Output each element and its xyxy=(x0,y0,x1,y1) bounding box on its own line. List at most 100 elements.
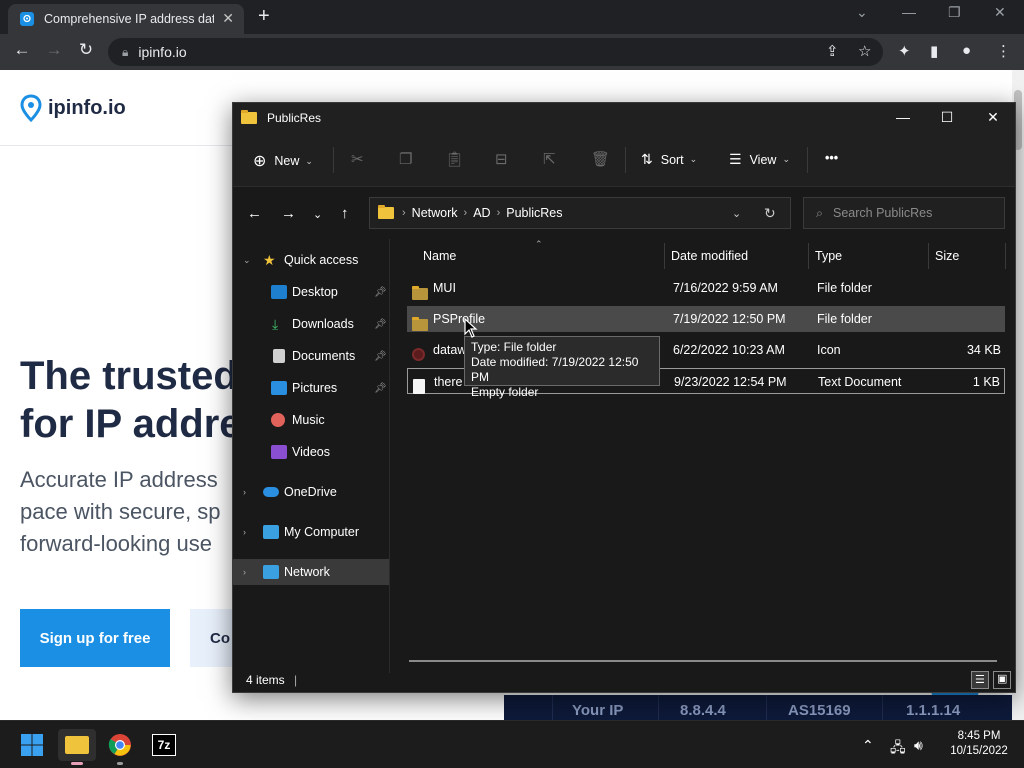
ipinfo-logo[interactable]: ipinfo.io xyxy=(20,94,126,122)
explorer-title: PublicRes xyxy=(267,111,322,125)
sort-ascending-icon: ⌃ xyxy=(535,239,543,249)
subtitle-line-3: forward-looking use xyxy=(20,531,212,556)
nav-music[interactable]: Music xyxy=(233,407,389,433)
tray-overflow-chevron-icon[interactable]: ⌃ xyxy=(862,737,874,754)
pin-icon[interactable]: 📌︎ xyxy=(374,383,387,394)
forward-arrow-icon[interactable]: → xyxy=(42,40,66,60)
tab-close-icon[interactable]: ✕ xyxy=(222,10,234,27)
file-date: 7/16/2022 9:59 AM xyxy=(673,281,778,295)
paste-icon[interactable]: 📋︎ xyxy=(445,150,464,168)
nav-documents[interactable]: Documents 📌︎ xyxy=(233,343,389,369)
subtitle-line-1: Accurate IP address xyxy=(20,467,218,492)
breadcrumb-publicres[interactable]: PublicRes xyxy=(506,206,562,220)
cut-icon[interactable]: ✂ xyxy=(351,150,364,168)
browser-tab[interactable]: Comprehensive IP address data, I ✕ xyxy=(8,4,244,34)
explorer-titlebar: PublicRes — ☐ ✕ xyxy=(233,103,1015,133)
file-type: File folder xyxy=(817,312,872,326)
new-button[interactable]: ⊕ New ⌄ xyxy=(253,151,313,171)
nav-onedrive[interactable]: › OneDrive xyxy=(233,479,389,505)
column-header-name[interactable]: Name xyxy=(423,249,456,263)
file-row-mui[interactable]: MUI 7/16/2022 9:59 AM File folder xyxy=(407,275,1005,301)
view-lines-icon: ☰ xyxy=(729,151,742,167)
chevron-right-icon: › xyxy=(243,527,246,537)
volume-icon[interactable]: 🔊︎ xyxy=(914,737,923,754)
network-tray-icon[interactable]: 🖧︎ xyxy=(890,737,906,761)
address-bar[interactable]: › Network › AD › PublicRes ⌄ ↻ xyxy=(369,197,791,229)
explorer-maximize-button[interactable]: ☐ xyxy=(937,109,957,126)
computer-icon xyxy=(263,525,279,539)
share-icon[interactable]: ⇱ xyxy=(543,150,556,168)
file-name: MUI xyxy=(433,281,456,295)
up-arrow-icon[interactable]: ↑ xyxy=(341,205,349,222)
nav-label: Documents xyxy=(292,349,356,363)
sign-up-button[interactable]: Sign up for free xyxy=(20,609,170,667)
details-view-button[interactable]: ☰ xyxy=(971,671,989,689)
system-clock[interactable]: 8:45 PM 10/15/2022 xyxy=(944,729,1014,759)
tooltip-line-status: Empty folder xyxy=(471,385,539,399)
address-bar[interactable]: 🔒︎ ipinfo.io xyxy=(108,38,883,66)
column-header-type[interactable]: Type xyxy=(815,249,842,263)
explorer-minimize-button[interactable]: — xyxy=(893,109,913,125)
nav-label: Network xyxy=(284,565,330,579)
file-tooltip: Type: File folder Date modified: 7/19/20… xyxy=(464,336,660,399)
nav-label: Pictures xyxy=(292,381,338,395)
nav-downloads[interactable]: ⤓ Downloads 📌︎ xyxy=(233,311,389,337)
pin-icon[interactable]: 📌︎ xyxy=(374,287,387,298)
nav-label: Music xyxy=(292,413,325,427)
status-bar: 4 items | ☰ ▣ xyxy=(233,671,1015,693)
menu-kebab-icon[interactable]: ⋮ xyxy=(996,42,1011,60)
column-header-date[interactable]: Date modified xyxy=(671,249,748,263)
new-tab-button[interactable]: + xyxy=(258,5,270,28)
delete-icon[interactable]: 🗑︎ xyxy=(591,150,610,168)
tiles-view-button[interactable]: ▣ xyxy=(993,671,1011,689)
sort-label: Sort xyxy=(660,152,684,167)
sort-button[interactable]: ⇅ Sort ⌄ xyxy=(641,151,697,168)
window-minimize-button[interactable]: — xyxy=(902,4,916,20)
pin-icon[interactable]: 📌︎ xyxy=(374,351,387,362)
file-list: ⌃ Name Date modified Type Size MUI 7/16/… xyxy=(405,239,1007,673)
profile-avatar-icon[interactable]: ● xyxy=(962,42,971,59)
more-options-button[interactable]: ••• xyxy=(825,151,838,165)
copy-icon[interactable]: ❐ xyxy=(399,150,412,168)
nav-network[interactable]: › Network xyxy=(233,559,389,585)
share-icon[interactable]: ⇪ xyxy=(826,42,839,60)
window-restore-button[interactable]: ❐ xyxy=(948,4,961,21)
back-arrow-icon[interactable]: ← xyxy=(10,40,34,60)
running-app-indicator xyxy=(117,762,123,765)
explorer-close-button[interactable]: ✕ xyxy=(983,109,1003,126)
reload-icon[interactable]: ↻ xyxy=(74,40,98,60)
tab-search-icon[interactable]: ⌄ xyxy=(856,4,868,21)
file-date: 9/23/2022 12:54 PM xyxy=(674,375,787,389)
taskbar-chrome[interactable] xyxy=(104,729,136,765)
search-input[interactable]: ⌕ Search PublicRes xyxy=(803,197,1005,229)
nav-pictures[interactable]: Pictures 📌︎ xyxy=(233,375,389,401)
start-button[interactable] xyxy=(16,729,48,761)
nav-videos[interactable]: Videos xyxy=(233,439,389,465)
column-header-size[interactable]: Size xyxy=(935,249,959,263)
refresh-icon[interactable]: ↻ xyxy=(764,205,776,222)
rename-icon[interactable]: ⊟ xyxy=(495,150,508,168)
taskbar-7zip[interactable]: 7z xyxy=(148,729,180,761)
back-arrow-icon[interactable]: ← xyxy=(247,205,262,222)
extensions-puzzle-icon[interactable]: ✦ xyxy=(898,42,911,60)
pin-icon[interactable]: 📌︎ xyxy=(374,319,387,330)
horizontal-scrollbar[interactable] xyxy=(409,660,997,662)
nav-my-computer[interactable]: › My Computer xyxy=(233,519,389,545)
forward-arrow-icon[interactable]: → xyxy=(281,205,296,222)
breadcrumb-network[interactable]: Network xyxy=(412,206,458,220)
taskbar-file-explorer[interactable] xyxy=(58,729,96,765)
bookmark-star-icon[interactable]: ☆ xyxy=(858,42,871,60)
breadcrumb-ad[interactable]: AD xyxy=(473,206,490,220)
nav-desktop[interactable]: Desktop 📌︎ xyxy=(233,279,389,305)
recent-locations-chevron-icon[interactable]: ⌄ xyxy=(313,208,322,221)
ipinfo-favicon-icon xyxy=(20,12,34,26)
window-close-button[interactable]: ✕ xyxy=(994,4,1006,21)
address-history-chevron-icon[interactable]: ⌄ xyxy=(732,207,741,220)
file-row-psprofile[interactable]: PSProfile 7/19/2022 12:50 PM File folder xyxy=(407,306,1005,332)
toolbar-divider xyxy=(625,147,626,173)
nav-quick-access[interactable]: ⌄ ★ Quick access xyxy=(233,247,389,273)
view-button[interactable]: ☰ View ⌄ xyxy=(729,151,790,168)
pane-divider[interactable] xyxy=(389,239,390,673)
folder-icon xyxy=(378,205,394,219)
side-panel-icon[interactable]: ▮ xyxy=(930,42,938,60)
